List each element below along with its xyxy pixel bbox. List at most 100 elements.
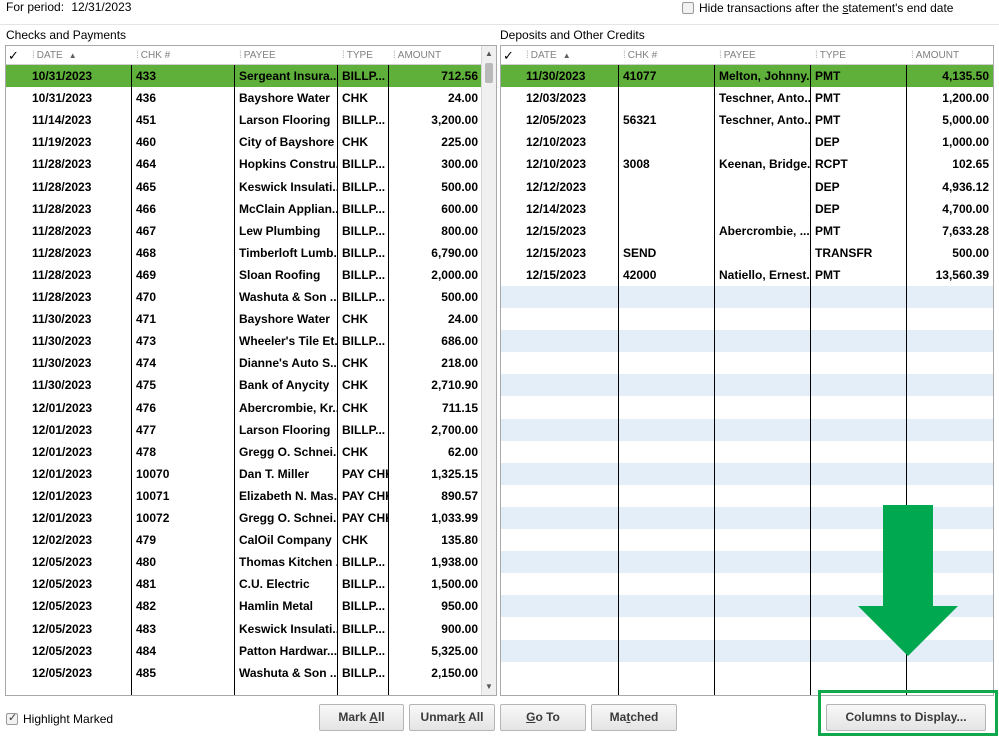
table-row[interactable]: 11/28/2023 466 McClain Applian... BILLP... 6… xyxy=(6,198,496,220)
table-row[interactable]: 10/31/2023 433 Sergeant Insura... BILLP... 7… xyxy=(6,65,496,87)
table-row[interactable] xyxy=(501,286,993,308)
cell-type: CHK xyxy=(342,378,368,393)
table-row[interactable]: 12/15/2023 Abercrombie, ... PMT 7,633.28 xyxy=(501,220,993,242)
cell-type: BILLP... xyxy=(342,290,386,304)
table-row[interactable]: 12/01/2023 10070 Dan T. Miller PAY CHK 1,325… xyxy=(6,463,496,485)
hide-after-end-date-checkbox[interactable] xyxy=(682,2,694,14)
checks-scrollbar[interactable]: ▲ ▼ xyxy=(481,46,496,695)
cell-amount: 135.80 xyxy=(441,533,478,548)
checks-col-payee[interactable]: ⁞ PAYEE xyxy=(235,46,338,65)
cell-amount: 1,325.15 xyxy=(431,466,478,481)
cell-type: BILLP... xyxy=(342,621,386,636)
table-row[interactable]: 11/28/2023 469 Sloan Roofing BILLP... 2,000.… xyxy=(6,264,496,286)
table-row[interactable]: 12/05/2023 484 Patton Hardwar... BILLP... 5,… xyxy=(6,640,496,662)
deposits-col-amount[interactable]: ⁞ AMOUNT xyxy=(907,46,993,65)
table-row[interactable]: 11/28/2023 467 Lew Plumbing BILLP... 800.00 xyxy=(6,220,496,242)
table-row[interactable]: 10/31/2023 436 Bayshore Water CHK 24.00 xyxy=(6,87,496,109)
cell-date: 12/05/2023 xyxy=(32,643,93,658)
hide-after-end-date-option[interactable]: Hide transactions after the statement's … xyxy=(682,1,953,15)
table-row[interactable]: 12/10/2023 3008 Keenan, Bridge... RCPT 102.6… xyxy=(501,153,993,175)
deposits-col-chk[interactable]: ⁞ CHK # xyxy=(619,46,715,65)
table-row[interactable] xyxy=(501,462,993,485)
cell-chk: 467 xyxy=(136,223,157,238)
cell-date: 12/03/2023 xyxy=(526,91,587,106)
table-row[interactable]: 12/01/2023 476 Abercrombie, Kr... CHK 711.15 xyxy=(6,397,496,419)
table-row[interactable] xyxy=(501,308,993,330)
checks-payments-table[interactable]: ✓ ⁞ DATE ▲ ⁞ CHK # ⁞ PAYEE ⁞ TYPE ⁞ AMOUNT 10/… xyxy=(5,45,497,696)
cell-type: PAY CHK xyxy=(342,466,388,481)
cell-chk xyxy=(619,198,714,220)
highlight-marked-checkbox[interactable] xyxy=(6,711,18,725)
deposits-col-type[interactable]: ⁞ TYPE xyxy=(811,46,907,65)
table-row[interactable]: 11/30/2023 41077 Melton, Johnny... PMT 4,135… xyxy=(501,65,993,87)
matched-button[interactable]: Matched xyxy=(591,704,677,731)
cell-payee: Patton Hardwar... xyxy=(239,643,337,658)
table-row[interactable]: 12/12/2023 DEP 4,936.12 xyxy=(501,176,993,198)
table-row[interactable] xyxy=(501,374,993,397)
table-row[interactable]: 11/28/2023 470 Washuta & Son ... BILLP... 50… xyxy=(6,286,496,308)
table-row[interactable] xyxy=(501,418,993,441)
table-row[interactable]: 11/14/2023 451 Larson Flooring BILLP... 3,20… xyxy=(6,109,496,131)
scroll-up-arrow-icon[interactable]: ▲ xyxy=(482,47,496,61)
table-row[interactable]: 12/15/2023 SEND TRANSFR 500.00 xyxy=(501,242,993,264)
table-row[interactable]: 12/05/2023 483 Keswick Insulati... BILLP...… xyxy=(6,618,496,640)
table-row[interactable]: 12/10/2023 DEP 1,000.00 xyxy=(501,131,993,153)
table-row[interactable]: 11/30/2023 473 Wheeler's Tile Et... BILLP..… xyxy=(6,330,496,352)
checks-col-mark[interactable]: ✓ xyxy=(6,46,28,65)
table-row[interactable]: 12/02/2023 479 CalOil Company CHK 135.80 xyxy=(6,529,496,551)
table-row[interactable]: 12/01/2023 10071 Elizabeth N. Mas... PAY CH… xyxy=(6,485,496,507)
cell-type: BILLP... xyxy=(342,267,386,282)
cell-type: BILLP... xyxy=(342,555,386,570)
table-row[interactable]: 11/30/2023 474 Dianne's Auto S... CHK 218.00 xyxy=(6,352,496,374)
checks-col-type[interactable]: ⁞ TYPE xyxy=(338,46,389,65)
table-row[interactable]: 11/19/2023 460 City of Bayshore CHK 225.00 xyxy=(6,131,496,153)
table-row[interactable]: 12/15/2023 42000 Natiello, Ernest... PMT 13,… xyxy=(501,264,993,286)
table-row[interactable] xyxy=(501,441,993,463)
table-row[interactable]: 11/28/2023 468 Timberloft Lumb... BILLP... 6… xyxy=(6,242,496,264)
table-row[interactable]: 11/28/2023 465 Keswick Insulati... BILLP...… xyxy=(6,176,496,198)
mark-all-button[interactable]: Mark All xyxy=(319,704,404,731)
table-row[interactable]: 12/01/2023 477 Larson Flooring BILLP... 2,70… xyxy=(6,419,496,441)
table-row[interactable]: 12/14/2023 DEP 4,700.00 xyxy=(501,198,993,220)
cell-payee xyxy=(715,176,810,198)
table-row[interactable]: 11/30/2023 471 Bayshore Water CHK 24.00 xyxy=(6,308,496,330)
go-to-button[interactable]: Go To xyxy=(500,704,586,731)
cell-chk: 56321 xyxy=(623,113,657,128)
deposits-col-payee[interactable]: ⁞ PAYEE xyxy=(715,46,811,65)
checks-col-date[interactable]: ⁞ DATE ▲ xyxy=(28,46,132,65)
cell-date: 12/05/2023 xyxy=(526,113,587,128)
table-row[interactable]: 12/01/2023 10072 Gregg O. Schnei... PAY CHK… xyxy=(6,507,496,529)
table-row[interactable]: 12/03/2023 Teschner, Anto... PMT 1,200.00 xyxy=(501,87,993,109)
scroll-down-arrow-icon[interactable]: ▼ xyxy=(482,680,496,694)
checks-col-amount[interactable]: ⁞ AMOUNT xyxy=(389,46,479,65)
cell-amount: 1,500.00 xyxy=(431,577,478,592)
highlight-marked-option[interactable]: Highlight Marked xyxy=(6,711,113,726)
table-row[interactable]: 11/30/2023 475 Bank of Anycity CHK 2,710.90 xyxy=(6,374,496,396)
col-divider xyxy=(131,65,132,695)
cell-amount: 3,200.00 xyxy=(431,113,478,128)
table-row[interactable] xyxy=(501,485,993,507)
cell-chk: 471 xyxy=(136,312,157,327)
table-row[interactable]: 11/28/2023 464 Hopkins Constru... BILLP... 3… xyxy=(6,153,496,175)
table-row[interactable]: 12/05/2023 56321 Teschner, Anto... PMT 5,000… xyxy=(501,109,993,131)
table-row[interactable]: 12/01/2023 478 Gregg O. Schnei... CHK 62.00 xyxy=(6,441,496,463)
col-divider xyxy=(618,65,619,695)
scroll-thumb[interactable] xyxy=(485,63,493,83)
table-row[interactable] xyxy=(501,352,993,374)
cell-payee: City of Bayshore xyxy=(239,135,335,150)
table-row[interactable]: 12/05/2023 481 C.U. Electric BILLP... 1,500.… xyxy=(6,573,496,595)
table-row[interactable]: 12/05/2023 482 Hamlin Metal BILLP... 950.00 xyxy=(6,595,496,617)
cell-payee: Elizabeth N. Mas... xyxy=(239,488,337,503)
cell-type: PMT xyxy=(815,69,841,83)
checks-col-chk[interactable]: ⁞ CHK # xyxy=(132,46,235,65)
cell-type: BILLP... xyxy=(342,577,386,592)
table-row[interactable]: 12/05/2023 480 Thomas Kitchen ... BILLP... 1… xyxy=(6,551,496,573)
table-row[interactable] xyxy=(501,330,993,353)
deposits-col-mark[interactable]: ✓ xyxy=(501,46,522,65)
table-row[interactable]: 12/05/2023 485 Washuta & Son ... BILLP... 2,… xyxy=(6,662,496,684)
unmark-all-button[interactable]: Unmark All xyxy=(409,704,495,731)
table-row[interactable] xyxy=(501,662,993,684)
cell-date: 12/01/2023 xyxy=(32,422,93,437)
table-row[interactable] xyxy=(501,397,993,419)
deposits-col-date[interactable]: ⁞ DATE ▲ xyxy=(522,46,619,65)
